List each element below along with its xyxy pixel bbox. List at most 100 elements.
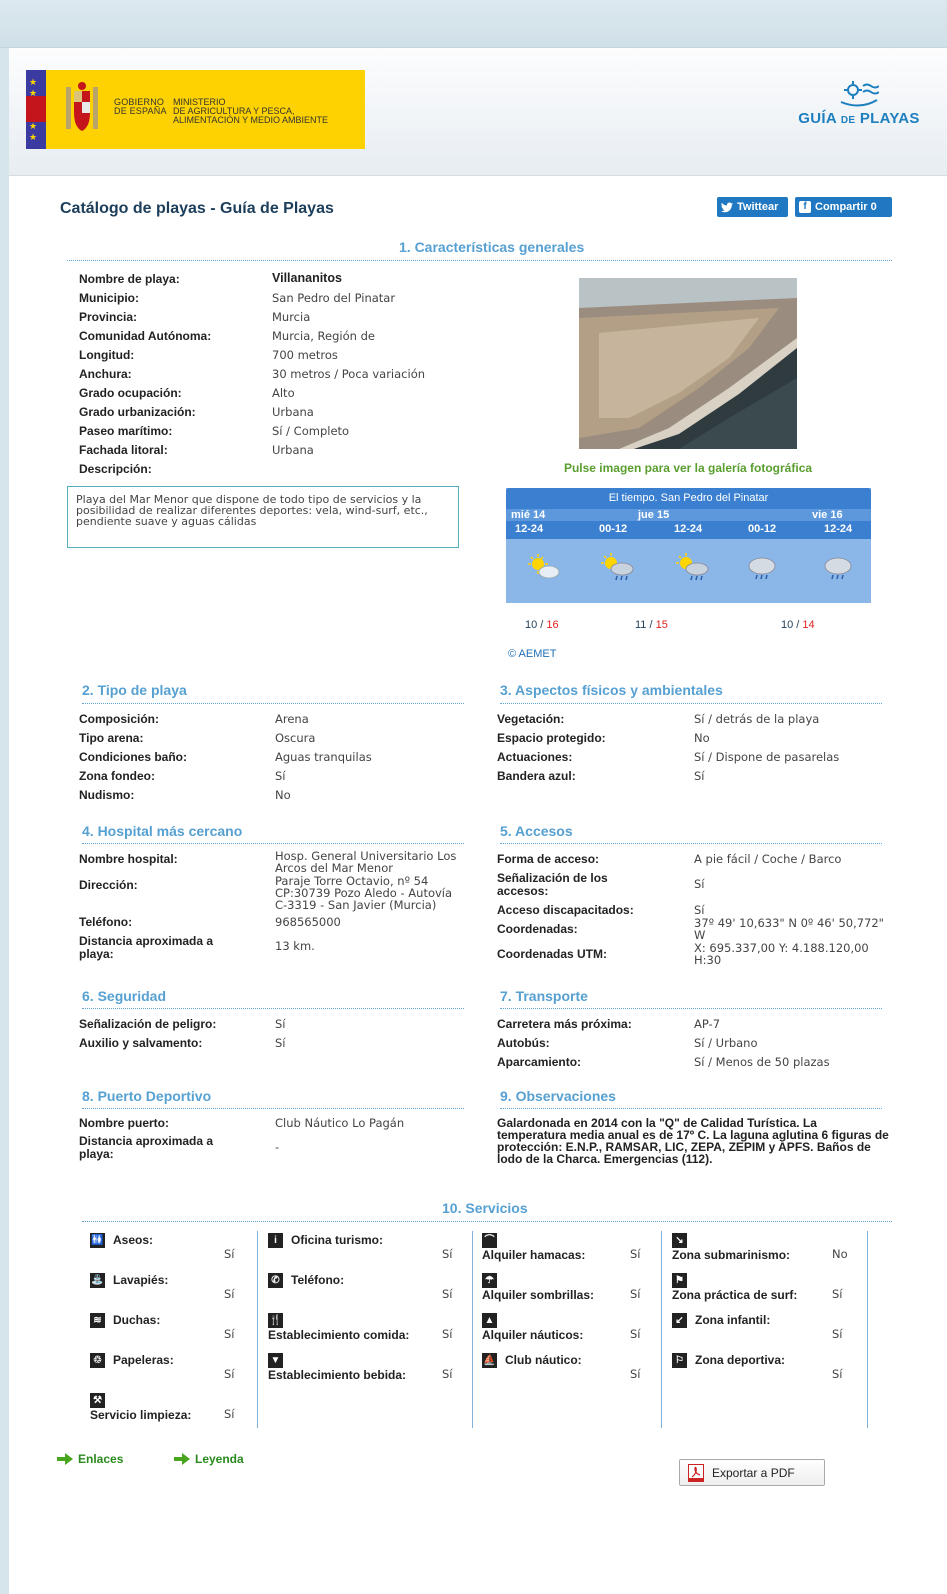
export-pdf-label: Exportar a PDF <box>712 1465 795 1480</box>
boat-icon: ⛵ <box>482 1353 497 1369</box>
s3-field-value: Sí / Dispone de pasarelas <box>694 750 840 764</box>
s1-field-value: 30 metros / Poca variación <box>272 367 426 381</box>
service-label: Servicio limpieza: <box>90 1408 192 1423</box>
section-divider <box>500 1008 882 1009</box>
shower-icon: ≋ <box>90 1313 105 1329</box>
temp-min: 11 <box>635 619 647 631</box>
leyenda-link[interactable]: Leyenda <box>174 1452 244 1466</box>
hospital-phone-value: 968565000 <box>275 915 341 929</box>
weather-title: El tiempo. San Pedro del Pinatar <box>506 488 871 509</box>
s2-field-label: Condiciones baño: <box>79 750 187 764</box>
enlaces-label: Enlaces <box>78 1452 124 1466</box>
s1-field-value: 700 metros <box>272 348 338 362</box>
service-value: No <box>832 1247 848 1261</box>
arrow-right-icon <box>174 1453 190 1465</box>
hospital-distance-value: 13 km. <box>275 939 315 953</box>
s2-field-value: Aguas tranquilas <box>275 750 372 764</box>
s2-field-label: Composición: <box>79 712 159 726</box>
section-title-observaciones: 9. Observaciones <box>500 1088 616 1104</box>
service-value: Sí <box>832 1287 843 1301</box>
cloud-rain-icon <box>748 557 776 580</box>
temp-day-1: 10 / 16 <box>525 619 559 631</box>
logo-word-playas: PLAYAS <box>859 110 920 127</box>
s2-field-value: Oscura <box>275 731 316 745</box>
s1-field-value: Villananitos <box>272 271 342 285</box>
facebook-icon: f <box>799 201 811 213</box>
section-title-puerto: 8. Puerto Deportivo <box>82 1088 212 1104</box>
s2-field-label: Nudismo: <box>79 788 135 802</box>
utm-label: Coordenadas UTM: <box>497 947 608 961</box>
ministry-text: MINISTERIO DE AGRICULTURA Y PESCA, ALIME… <box>173 97 329 125</box>
eu-flag-icon: ★ ★ ★ ★ <box>26 70 46 149</box>
service-value: Sí <box>442 1327 453 1341</box>
service-label: Zona infantil: <box>695 1313 771 1327</box>
aemet-credit-link[interactable]: © AEMET <box>508 648 556 660</box>
s3-field-value: No <box>694 731 710 745</box>
port-name-value: Club Náutico Lo Pagán <box>275 1116 405 1130</box>
coordinates-label: Coordenadas: <box>497 922 578 936</box>
umbrella-icon: ☂ <box>482 1273 497 1289</box>
s1-field-value: Murcia, Región de <box>272 329 375 343</box>
government-logo[interactable]: ★ ★ ★ ★ GOBIERNO DE ESPAÑA MINISTERIO DE AG… <box>26 70 365 149</box>
s1-field-value: Urbana <box>272 443 314 457</box>
temp-min: 10 <box>525 619 538 631</box>
slide-icon: ↙ <box>672 1313 687 1329</box>
s3-field-value: Sí <box>694 769 705 783</box>
weather-hour: 12-24 <box>515 523 544 535</box>
facebook-share-button[interactable]: f Compartir 0 <box>795 197 892 217</box>
facebook-label: Compartir 0 <box>815 201 877 213</box>
section-divider <box>67 260 892 261</box>
section-title-caracteristicas: 1. Características generales <box>399 239 585 255</box>
drink-icon: ▼ <box>268 1353 283 1369</box>
s1-field-label: Nombre de playa: <box>79 272 180 286</box>
section-divider <box>82 843 464 844</box>
section-divider <box>82 1008 464 1009</box>
utm-value: X: 695.337,00 Y: 4.188.120,00 H:30 <box>694 941 869 967</box>
s1-field-label: Provincia: <box>79 310 138 324</box>
s1-field-value: Sí / Completo <box>272 424 350 438</box>
s6-field-value: Sí <box>275 1036 286 1050</box>
service-value: Sí <box>832 1367 843 1381</box>
description-box: Playa del Mar Menor que dispone de todo … <box>67 486 459 548</box>
temp-min: 10 <box>781 619 794 631</box>
weather-day: mié 14 <box>511 509 546 521</box>
temp-day-3: 10 / 14 <box>781 619 815 631</box>
info-icon: i <box>268 1233 283 1249</box>
service-label: Aseos: <box>113 1233 154 1247</box>
guia-playas-logo[interactable]: GUÍA DE PLAYAS <box>789 80 929 132</box>
beach-photo[interactable] <box>579 278 797 449</box>
s7-field-value: Sí / Urbano <box>694 1036 758 1050</box>
service-item: ↙ Zona infantil: <box>672 1313 771 1329</box>
bin-icon: ♲ <box>90 1353 105 1369</box>
s3-field-label: Espacio protegido: <box>497 731 606 745</box>
weather-hour: 00-12 <box>748 523 777 535</box>
export-pdf-button[interactable]: Exportar a PDF <box>679 1459 825 1486</box>
section-title-transporte: 7. Transporte <box>500 988 588 1004</box>
photo-gallery-caption[interactable]: Pulse imagen para ver la galería fotográ… <box>504 461 872 475</box>
s1-field-label: Descripción: <box>79 462 152 476</box>
service-label: Zona práctica de surf: <box>672 1288 798 1303</box>
site-header: ★ ★ ★ ★ GOBIERNO DE ESPAÑA MINISTERIO DE AG… <box>9 48 947 176</box>
weather-day: jue 15 <box>638 509 670 521</box>
weather-widget[interactable]: El tiempo. San Pedro del Pinatar mié 14 … <box>506 488 871 603</box>
enlaces-link[interactable]: Enlaces <box>57 1452 123 1466</box>
browser-top-band <box>0 0 947 48</box>
twitter-button[interactable]: Twittear <box>717 197 788 217</box>
access-form-value: A pie fácil / Coche / Barco <box>694 852 842 866</box>
s1-field-label: Comunidad Autónoma: <box>79 329 212 343</box>
section-divider <box>500 1108 882 1109</box>
service-item: 🍴 Establecimiento comida: <box>268 1313 409 1342</box>
phone-icon: ✆ <box>268 1273 283 1289</box>
beach-aerial-image <box>579 278 797 449</box>
service-label: Oficina turismo: <box>291 1233 384 1247</box>
service-item: ≋ Duchas: <box>90 1313 160 1329</box>
temp-day-2: 11 / 15 <box>635 619 668 631</box>
service-value: Sí <box>442 1247 453 1261</box>
s7-field-value: AP-7 <box>694 1017 721 1031</box>
sun-rain-icon <box>601 553 634 581</box>
s1-field-value: Alto <box>272 386 295 400</box>
cleaning-icon: ⚒ <box>90 1393 105 1409</box>
s3-field-label: Actuaciones: <box>497 750 573 764</box>
access-disabled-label: Acceso discapacitados: <box>497 903 634 917</box>
deckchair-icon: ⌒ <box>482 1233 497 1249</box>
